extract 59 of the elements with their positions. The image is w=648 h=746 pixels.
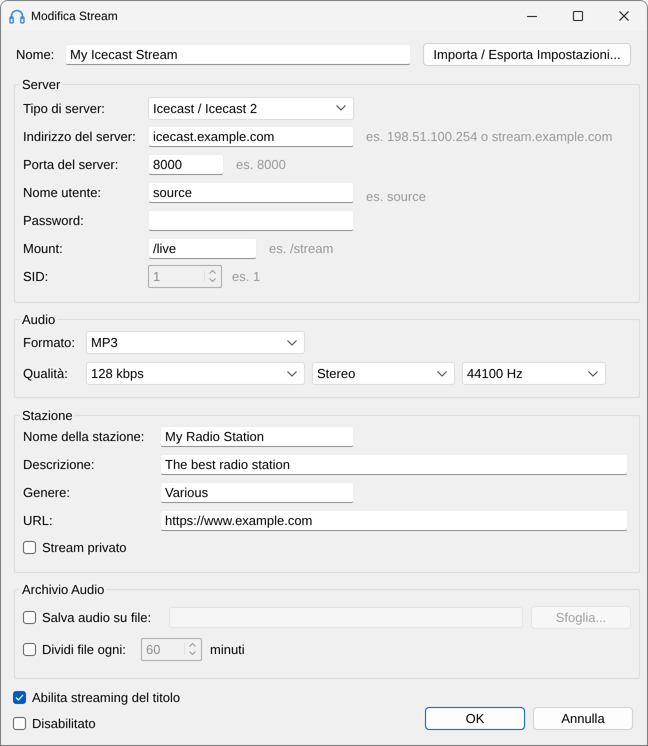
- group-title: Audio: [21, 312, 56, 327]
- group-title: Archivio Audio: [21, 582, 106, 597]
- dropdown[interactable]: Icecast / Icecast 2: [148, 96, 354, 120]
- field-label: Nome utente:: [23, 184, 102, 200]
- field-label: URL:: [23, 512, 54, 528]
- chevron-down-icon: [437, 370, 447, 376]
- field-label: Mount:: [23, 240, 64, 256]
- chevron-down-icon: [287, 340, 297, 346]
- text-field[interactable]: Various: [160, 482, 354, 502]
- field-label: Tipo di server:: [23, 100, 106, 116]
- chevron-down-icon: [588, 370, 598, 376]
- maximize-icon: [573, 11, 583, 21]
- text-field[interactable]: /live: [148, 238, 257, 258]
- chevron-down-icon: [287, 370, 297, 376]
- field-label: Nome:: [15, 46, 56, 62]
- ok-button[interactable]: OK: [425, 707, 525, 730]
- import-export-button[interactable]: Importa / Esporta Impostazioni...: [423, 42, 631, 66]
- group-title: Stazione: [21, 408, 74, 423]
- checkbox[interactable]: [23, 540, 36, 554]
- text-field[interactable]: The best radio station: [160, 454, 628, 474]
- close-icon: [619, 11, 629, 21]
- cancel-button[interactable]: Annulla: [533, 707, 633, 730]
- text-field[interactable]: 8000: [148, 154, 224, 174]
- group-title: Server: [21, 77, 62, 92]
- checkbox[interactable]: [13, 690, 26, 704]
- field-label: Porta del server:: [23, 156, 120, 172]
- headphones-icon: [9, 8, 25, 24]
- text-field[interactable]: My Icecast Stream: [65, 44, 411, 64]
- dropdown[interactable]: 128 kbps: [86, 362, 305, 385]
- dropdown[interactable]: Stereo: [312, 362, 455, 385]
- window-title: Modifica Stream: [31, 9, 119, 23]
- text-field[interactable]: source: [148, 182, 354, 202]
- text-field[interactable]: https://www.example.com: [160, 510, 628, 530]
- checkbox[interactable]: [23, 610, 36, 624]
- dropdown[interactable]: 44100 Hz: [462, 362, 606, 385]
- text-field[interactable]: [148, 210, 354, 230]
- field-label: Genere:: [23, 484, 71, 500]
- checkbox-label[interactable]: Stream privato: [42, 540, 127, 554]
- field-label: Formato:: [23, 335, 76, 350]
- field-label: Descrizione:: [23, 456, 96, 472]
- dropdown[interactable]: MP3: [86, 331, 305, 354]
- unit-label: minuti: [210, 642, 245, 656]
- text-field[interactable]: My Radio Station: [160, 426, 354, 446]
- checkbox[interactable]: [13, 716, 26, 730]
- checkbox-label[interactable]: Disabilitato: [32, 716, 96, 730]
- field-label: SID:: [23, 268, 50, 284]
- text-field[interactable]: icecast.example.com: [148, 126, 354, 146]
- chevron-down-icon: [336, 105, 346, 111]
- field-label: Nome della stazione:: [23, 428, 146, 444]
- hint-text: es. 198.51.100.254 o stream.example.com: [366, 128, 612, 144]
- field-label: Qualità:: [23, 366, 69, 381]
- checkbox-label[interactable]: Salva audio su file:: [42, 610, 169, 624]
- checkbox-label[interactable]: Abilita streaming del titolo: [32, 690, 180, 704]
- field-label: Password:: [23, 212, 85, 228]
- hint-text: es. 8000: [236, 156, 286, 172]
- hint-text: es. 1: [232, 268, 260, 284]
- hint-text: es. /stream: [269, 240, 334, 256]
- hint-text: es. source: [366, 188, 426, 204]
- field-label: Indirizzo del server:: [23, 128, 137, 144]
